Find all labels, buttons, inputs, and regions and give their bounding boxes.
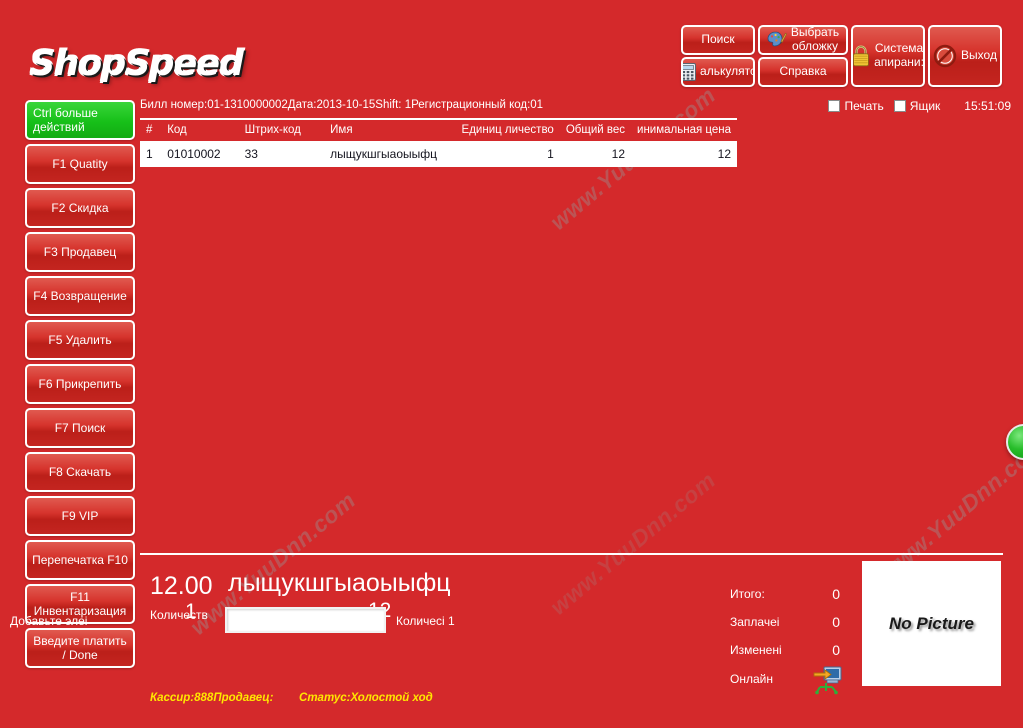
sidebar-item-3[interactable]: F3 Продавец	[25, 232, 135, 272]
help-button[interactable]: Справка	[758, 57, 848, 87]
current-item-price: 12.00	[150, 572, 213, 600]
change-value: 0	[832, 642, 840, 658]
checkbox-box[interactable]	[893, 100, 906, 112]
table-cell: 01010002	[161, 141, 239, 167]
sidebar-item-label: F9 VIP	[61, 508, 99, 523]
checkbox-box[interactable]	[828, 100, 841, 112]
drawer-checkbox[interactable]: Ящик	[893, 99, 941, 113]
table-header-cell: #	[140, 120, 162, 141]
calculator-button-label: алькулятс	[700, 64, 755, 79]
paid-value: 0	[832, 614, 840, 630]
sidebar-item-8[interactable]: F8 Скачать	[25, 452, 135, 492]
print-checkbox-label: Печать	[844, 99, 884, 113]
change-label: Изменені	[730, 643, 782, 657]
sidebar-item-5[interactable]: F5 Удалить	[25, 320, 135, 360]
inline-quantity-label: Количесі 1	[396, 614, 455, 628]
clock-display: 15:51:09	[964, 99, 1011, 113]
sidebar-item-7[interactable]: F7 Поиск	[25, 408, 135, 448]
sidebar-item-0[interactable]: Ctrl больше действий	[25, 100, 135, 140]
table-cell: лыщукшгыаоыыфц	[324, 141, 456, 167]
system-lock-button-label: Система апирани:	[874, 41, 924, 69]
exit-button-label: Выход	[961, 48, 997, 63]
online-label: Онлайн	[730, 672, 773, 686]
pos-application-window: www.YuuDnn.com www.YuuDnn.com www.YuuDnn…	[0, 0, 1023, 728]
sidebar-item-10[interactable]: Перепечатка F10	[25, 540, 135, 580]
sidebar-item-2[interactable]: F2 Скидка	[25, 188, 135, 228]
sidebar-item-label: Введите платить / Done	[33, 633, 127, 662]
function-key-sidebar: Ctrl больше действий F1 Quatity F2 Скидка F…	[25, 100, 135, 672]
system-lock-button[interactable]: Система апирани:	[851, 25, 925, 87]
table-header-row: # Код Штрих-код Имя Единиц личество Общий вес…	[140, 120, 737, 141]
items-table: # Код Штрих-код Имя Единиц личество Общий вес…	[140, 120, 737, 167]
total-label: Итого:	[730, 587, 765, 601]
bill-info-bar: Билл номер:01-1310000002Дата:2013-10-15S…	[140, 99, 544, 111]
lock-icon	[853, 45, 870, 67]
sidebar-item-label: F1 Quatity	[52, 156, 108, 171]
sidebar-item-label: F8 Скачать	[48, 464, 112, 479]
print-checkbox[interactable]: Печать	[828, 99, 884, 113]
table-header-cell: Имя	[324, 120, 456, 141]
palette-icon	[767, 31, 787, 49]
app-logo: ShopSpeed	[30, 44, 244, 84]
choose-cover-button[interactable]: Выбрать обложку	[758, 25, 848, 55]
sidebar-item-1[interactable]: F1 Quatity	[25, 144, 135, 184]
table-cell: 33	[238, 141, 325, 167]
table-cell: 12	[631, 141, 737, 167]
current-item-name: лыщукшгыаоыыфц	[228, 569, 451, 597]
header-options: Печать Ящик 15:51:09	[828, 99, 1011, 113]
table-cell: 1	[140, 141, 162, 167]
quantity-label: Количеств	[150, 608, 208, 622]
sidebar-item-label: Перепечатка F10	[32, 552, 128, 567]
sidebar-item-4[interactable]: F4 Возвращение	[25, 276, 135, 316]
items-table-body: 1 01010002 33 лыщукшгыаоыыфц 1 12 12	[140, 141, 737, 167]
sidebar-item-label: F3 Продавец	[43, 244, 117, 259]
network-icon	[812, 665, 844, 700]
table-header-cell: Код	[161, 120, 239, 141]
sidebar-item-label: F7 Поиск	[54, 420, 106, 435]
search-button[interactable]: Поиск	[681, 25, 755, 55]
table-header-cell: Штрих-код	[238, 120, 325, 141]
add-item-input[interactable]	[225, 607, 386, 633]
sidebar-item-label: F5 Удалить	[48, 332, 112, 347]
app-logo-text: ShopSpeed	[30, 44, 244, 84]
items-table-container: # Код Штрих-код Имя Единиц личество Общий вес…	[140, 118, 737, 167]
items-table-head: # Код Штрих-код Имя Единиц личество Общий вес…	[140, 120, 737, 141]
calculator-icon	[683, 63, 697, 81]
total-value: 0	[832, 586, 840, 602]
help-button-label: Справка	[779, 64, 827, 79]
green-round-button[interactable]	[1006, 424, 1023, 460]
sidebar-item-6[interactable]: F6 Прикрепить	[25, 364, 135, 404]
add-item-label: Добавьте элеі	[10, 614, 88, 628]
exit-button[interactable]: Выход	[928, 25, 1002, 87]
table-row[interactable]: 1 01010002 33 лыщукшгыаоыыфц 1 12 12	[140, 141, 737, 167]
quantity-value: 1	[185, 600, 197, 623]
sidebar-item-label: Ctrl больше действий	[33, 105, 98, 134]
search-button-label: Поиск	[701, 32, 735, 47]
sidebar-item-label: F4 Возвращение	[33, 288, 127, 303]
product-image-placeholder: No Picture	[862, 561, 1001, 686]
sidebar-item-9[interactable]: F9 VIP	[25, 496, 135, 536]
choose-cover-button-label: Выбрать обложку	[790, 25, 840, 53]
calculator-button[interactable]: алькулятс	[681, 57, 755, 87]
paid-label: Заплачеі	[730, 615, 780, 629]
exit-icon	[933, 44, 957, 68]
status-line: Кассир:888Продавец: Статус:Холостой ход	[150, 692, 433, 704]
sidebar-item-label: F2 Скидка	[51, 200, 109, 215]
sidebar-item-label: F6 Прикрепить	[38, 376, 122, 391]
table-cell: 1	[455, 141, 560, 167]
table-cell: 12	[559, 141, 631, 167]
sidebar-item-12[interactable]: Введите платить / Done	[25, 628, 135, 668]
table-header-cell: Единиц личество	[455, 120, 560, 141]
table-header-cell: Общий вес	[559, 120, 631, 141]
no-picture-label: No Picture	[888, 613, 975, 633]
table-header-cell: инимальная цена	[631, 120, 737, 141]
drawer-checkbox-label: Ящик	[909, 99, 941, 113]
